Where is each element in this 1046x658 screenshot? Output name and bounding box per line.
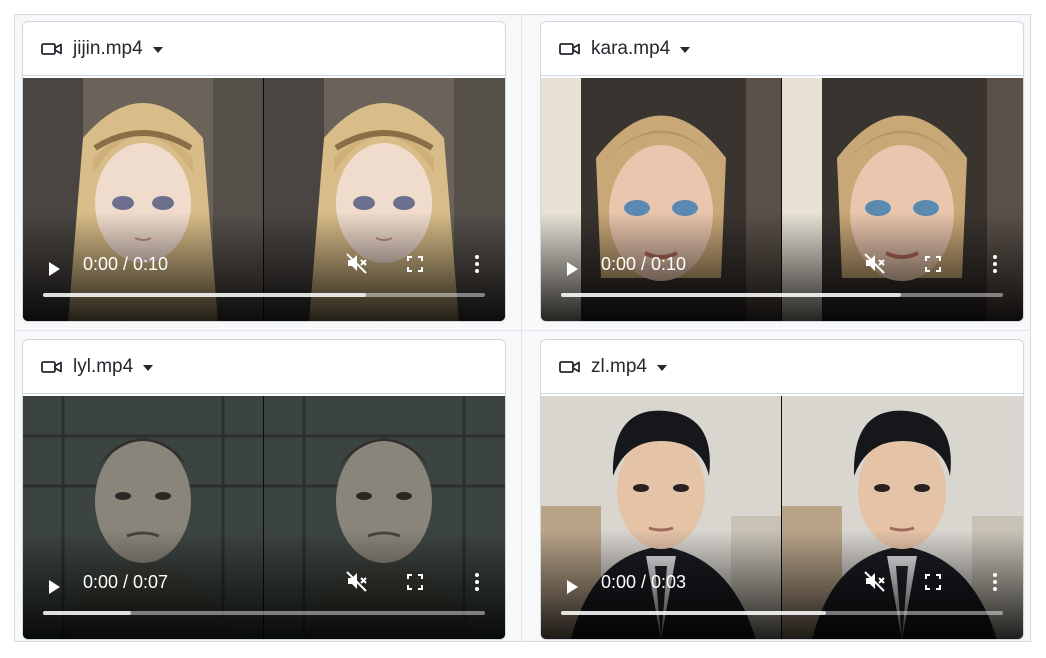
video-player[interactable]: 0:00 / 0:07 <box>23 396 505 639</box>
progress-bar[interactable] <box>561 611 1003 615</box>
video-card-lyl: lyl.mp4 0:00 / 0:07 <box>22 339 506 640</box>
video-controls: 0:00 / 0:10 <box>541 248 1023 288</box>
video-controls: 0:00 / 0:07 <box>23 566 505 606</box>
play-icon[interactable] <box>567 580 578 594</box>
video-controls: 0:00 / 0:10 <box>23 248 505 288</box>
card-header: lyl.mp4 <box>23 340 505 394</box>
muted-speaker-icon[interactable] <box>345 251 369 275</box>
video-player[interactable]: 0:00 / 0:10 <box>541 78 1023 321</box>
file-name[interactable]: zl.mp4 <box>591 356 647 378</box>
caret-down-icon[interactable] <box>152 46 163 53</box>
caret-down-icon[interactable] <box>143 364 154 371</box>
file-name[interactable]: kara.mp4 <box>591 38 670 60</box>
video-camera-icon <box>41 42 62 55</box>
progress-bar[interactable] <box>43 611 485 615</box>
video-camera-icon <box>559 360 580 373</box>
card-header: zl.mp4 <box>541 340 1023 394</box>
fullscreen-icon[interactable] <box>925 574 941 590</box>
time-display: 0:00 / 0:03 <box>601 572 687 592</box>
fullscreen-icon[interactable] <box>925 256 941 272</box>
muted-speaker-icon[interactable] <box>345 569 369 593</box>
video-card-jijin: jijin.mp4 0:00 / 0:10 <box>22 21 506 322</box>
file-name[interactable]: lyl.mp4 <box>73 356 133 378</box>
card-header: jijin.mp4 <box>23 22 505 76</box>
muted-speaker-icon[interactable] <box>863 569 887 593</box>
caret-down-icon[interactable] <box>680 46 691 53</box>
video-card-kara: kara.mp4 0:00 / 0:10 <box>540 21 1024 322</box>
video-card-zl: zl.mp4 0:00 / 0:03 <box>540 339 1024 640</box>
progress-buffered <box>561 293 902 297</box>
play-icon[interactable] <box>49 580 60 594</box>
video-player[interactable]: 0:00 / 0:03 <box>541 396 1023 639</box>
play-icon[interactable] <box>567 262 578 276</box>
progress-buffered <box>43 293 366 297</box>
time-display: 0:00 / 0:07 <box>83 572 169 592</box>
more-vertical-icon[interactable] <box>992 254 998 274</box>
muted-speaker-icon[interactable] <box>863 251 887 275</box>
fullscreen-icon[interactable] <box>407 574 423 590</box>
column-divider <box>521 14 522 642</box>
play-icon[interactable] <box>49 262 60 276</box>
video-player[interactable]: 0:00 / 0:10 <box>23 78 505 321</box>
progress-bar[interactable] <box>561 293 1003 297</box>
file-name[interactable]: jijin.mp4 <box>73 38 143 60</box>
row-divider <box>14 330 1031 331</box>
time-display: 0:00 / 0:10 <box>83 254 169 274</box>
more-vertical-icon[interactable] <box>474 254 480 274</box>
progress-buffered <box>43 611 132 615</box>
progress-buffered <box>561 611 827 615</box>
video-camera-icon <box>41 360 62 373</box>
fullscreen-icon[interactable] <box>407 256 423 272</box>
card-header: kara.mp4 <box>541 22 1023 76</box>
video-controls: 0:00 / 0:03 <box>541 566 1023 606</box>
more-vertical-icon[interactable] <box>992 572 998 592</box>
progress-bar[interactable] <box>43 293 485 297</box>
video-camera-icon <box>559 42 580 55</box>
caret-down-icon[interactable] <box>656 364 667 371</box>
time-display: 0:00 / 0:10 <box>601 254 687 274</box>
more-vertical-icon[interactable] <box>474 572 480 592</box>
